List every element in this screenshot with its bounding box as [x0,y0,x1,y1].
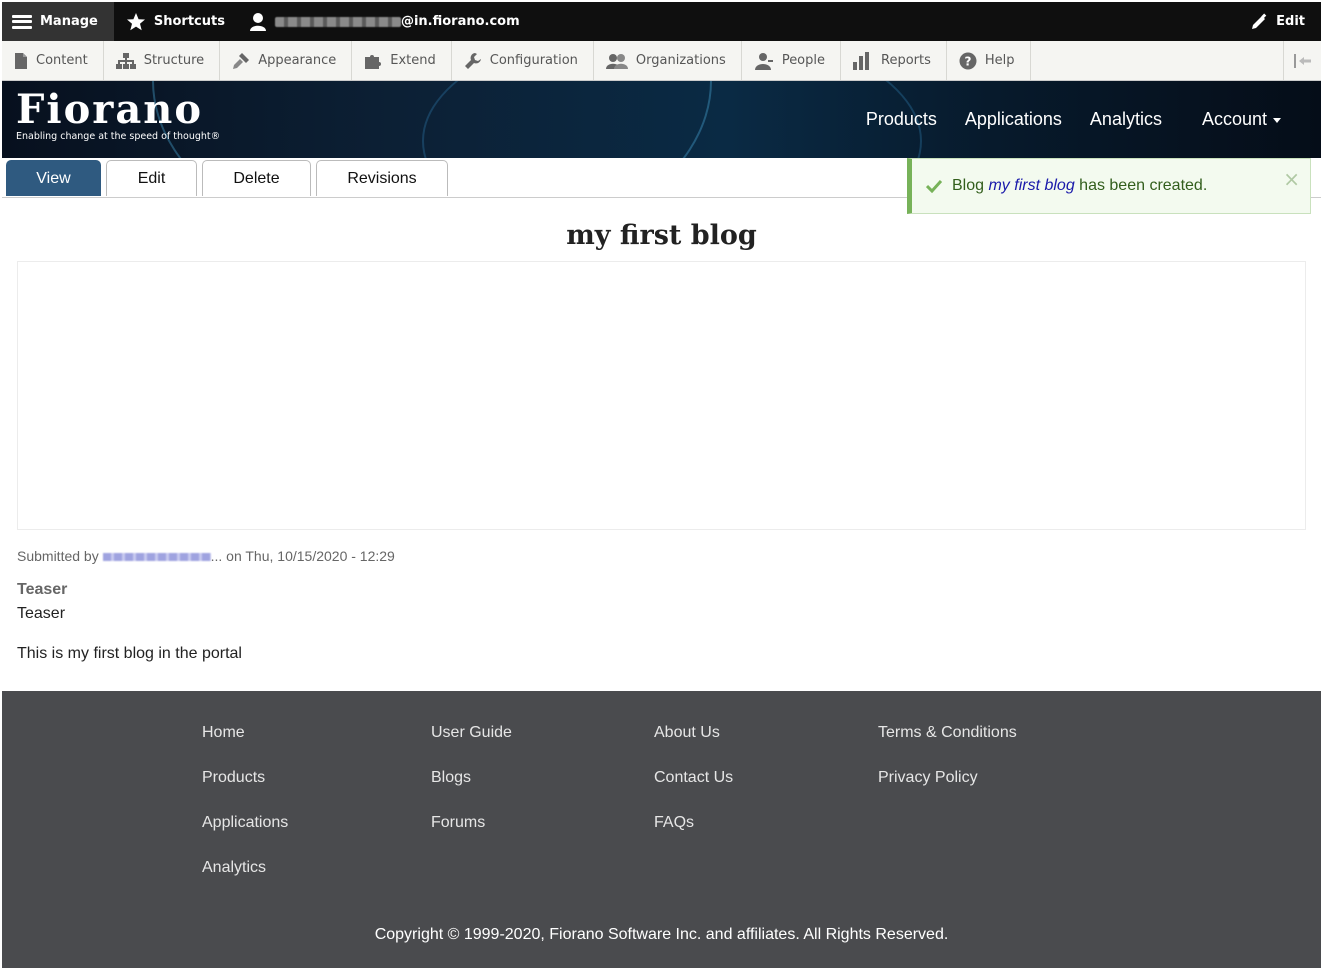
shortcuts-button[interactable]: Shortcuts [114,2,237,41]
tray-item-extend[interactable]: Extend [352,41,452,80]
admin-toolbar: Manage Shortcuts @in.fiorano.com Edit [2,2,1321,41]
footer-link-faqs[interactable]: FAQs [654,814,733,834]
footer-column-1: Home Products Applications Analytics [202,724,288,904]
menu-icon [12,14,32,29]
footer-link-user-guide[interactable]: User Guide [431,724,512,744]
help-icon: ? [959,52,977,69]
copyright-text: Copyright © 1999-2020, Fiorano Software … [374,926,949,943]
footer-link-about-us[interactable]: About Us [654,724,733,744]
status-prefix: Blog [952,177,989,194]
teaser-field-value: Teaser [17,605,66,622]
tab-revisions[interactable]: Revisions [316,160,448,196]
user-account-button[interactable]: @in.fiorano.com [237,2,532,41]
footer-column-2: User Guide Blogs Forums [431,724,512,859]
footer-link-analytics[interactable]: Analytics [202,859,288,879]
footer-link-applications[interactable]: Applications [202,814,288,834]
content-image-area [17,261,1306,530]
tab-edit[interactable]: Edit [106,160,197,196]
header-swirl-decoration [422,81,922,158]
submitted-prefix: Submitted by [17,548,103,564]
brush-icon [233,52,250,69]
sitemap-icon [115,52,136,69]
tray-label-content: Content [36,53,88,68]
tray-label-extend: Extend [390,53,436,68]
footer-column-3: About Us Contact Us FAQs [654,724,733,859]
logo-tagline: Enabling change at the speed of thought® [16,131,221,142]
nav-analytics[interactable]: Analytics [1090,109,1162,130]
tab-view[interactable]: View [6,160,101,196]
submitted-info: Submitted by ... on Thu, 10/15/2020 - 12… [17,548,395,564]
footer-link-privacy[interactable]: Privacy Policy [878,769,1017,789]
tray-label-people: People [781,53,826,68]
caret-down-icon [1273,117,1281,123]
tray-item-reports[interactable]: Reports [841,41,947,80]
toolbar-edit-label: Edit [1276,14,1305,29]
shortcuts-label: Shortcuts [153,14,225,29]
article-body: This is my first blog in the portal [17,645,242,662]
tray-item-appearance[interactable]: Appearance [220,41,353,80]
svg-text:?: ? [964,54,971,68]
site-header: Fiorano Enabling change at the speed of … [2,81,1321,158]
status-suffix: has been created. [1074,177,1208,194]
star-icon [126,12,145,30]
nav-products[interactable]: Products [866,109,937,130]
person-icon [754,52,773,70]
page-title: my first blog [566,220,757,251]
site-logo[interactable]: Fiorano Enabling change at the speed of … [16,86,221,143]
footer-link-forums[interactable]: Forums [431,814,512,834]
teaser-field-label: Teaser [17,581,68,598]
user-icon [249,12,266,31]
tray-collapse-button[interactable] [1283,41,1321,80]
nav-account-label: Account [1201,109,1267,129]
admin-menu-tray: Content Structure Appearance Extend Conf… [2,41,1321,81]
wrench-icon [464,52,481,69]
tray-item-organizations[interactable]: Organizations [594,41,742,80]
tray-item-help[interactable]: ? Help [947,41,1031,80]
tray-item-structure[interactable]: Structure [104,41,221,80]
collapse-left-icon [1293,53,1311,68]
tray-label-configuration: Configuration [489,53,578,68]
status-text: Blog my first blog has been created. [952,177,1207,195]
puzzle-icon [365,54,382,69]
tray-item-content[interactable]: Content [2,41,104,80]
footer-link-blogs[interactable]: Blogs [431,769,512,789]
nav-account[interactable]: Account [1202,109,1281,130]
tray-label-organizations: Organizations [635,53,726,68]
tray-label-appearance: Appearance [258,53,337,68]
tray-item-configuration[interactable]: Configuration [452,41,594,80]
manage-button[interactable]: Manage [2,2,114,41]
tray-label-structure: Structure [143,53,205,68]
user-email-suffix: @in.fiorano.com [400,14,520,29]
tab-delete[interactable]: Delete [202,160,311,196]
tray-label-reports: Reports [881,53,931,68]
pencil-icon [1252,13,1267,29]
tray-label-help: Help [984,53,1015,68]
logo-wordmark: Fiorano [16,86,204,133]
redacted-username [274,16,401,27]
checkmark-icon [926,179,942,193]
nav-applications[interactable]: Applications [965,109,1062,130]
close-icon[interactable]: × [1283,167,1300,191]
submitted-date: ... on Thu, 10/15/2020 - 12:29 [210,548,395,564]
site-footer: Home Products Applications Analytics Use… [2,691,1321,968]
footer-link-products[interactable]: Products [202,769,288,789]
status-message: Blog my first blog has been created. × [907,158,1311,214]
footer-link-contact-us[interactable]: Contact Us [654,769,733,789]
bar-chart-icon [853,51,870,70]
people-group-icon [605,53,628,69]
manage-label: Manage [40,14,98,29]
redacted-author-link[interactable] [102,553,211,562]
tray-item-people[interactable]: People [742,41,842,80]
main-navigation: Products Applications Analytics Account [866,81,1281,158]
document-icon [15,52,27,69]
status-blog-link[interactable]: my first blog [988,177,1074,194]
footer-link-home[interactable]: Home [202,724,288,744]
toolbar-edit-button[interactable]: Edit [1238,2,1321,41]
footer-column-4: Terms & Conditions Privacy Policy [878,724,1017,814]
footer-link-terms[interactable]: Terms & Conditions [878,724,1017,744]
